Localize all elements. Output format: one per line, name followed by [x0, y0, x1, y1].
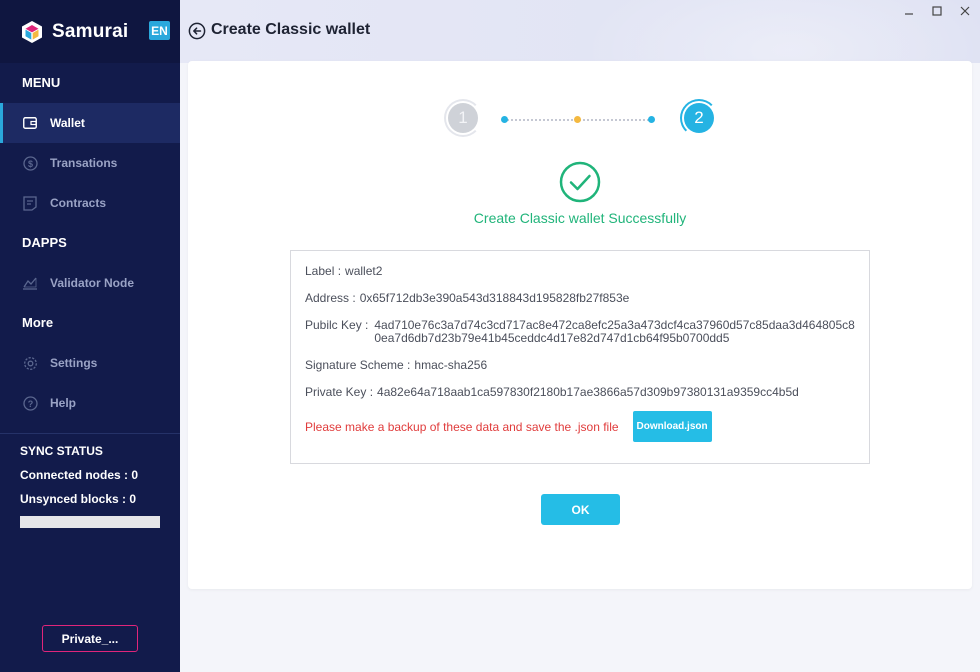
connector-dot-middle	[574, 116, 581, 123]
signature-row: Signature Scheme : hmac-sha256	[305, 359, 855, 372]
public-key-key: Pubilc Key :	[305, 318, 369, 332]
connector-dot-start	[501, 116, 508, 123]
sidebar-item-contracts[interactable]: Contracts	[0, 183, 180, 223]
backup-warning: Please make a backup of these data and s…	[305, 419, 619, 434]
samurai-logo-icon	[22, 20, 42, 43]
sidebar-item-label: Settings	[50, 356, 98, 370]
sync-status-title: SYNC STATUS	[20, 444, 103, 458]
back-arrow-icon[interactable]	[188, 22, 206, 40]
sidebar-item-label: Wallet	[50, 116, 85, 130]
brand-name: Samurai	[52, 20, 129, 42]
minimize-icon[interactable]	[902, 4, 916, 18]
brand-bar: Samurai EN	[0, 0, 180, 63]
gear-icon	[22, 355, 38, 371]
menu-section-title: MENU	[22, 75, 61, 90]
private-key-value: 4a82e64a718aab1ca597830f2180b17ae3866a57…	[377, 385, 799, 399]
header: Create Classic wallet	[180, 0, 980, 63]
download-json-button[interactable]: Download.json	[632, 411, 712, 442]
ok-button[interactable]: OK	[541, 494, 620, 525]
help-icon: ?	[22, 395, 38, 411]
public-key-row: Pubilc Key : 4ad710e76c3a7d74c3cd717ac8e…	[305, 319, 855, 345]
wallet-info-box: Label : wallet2 Address : 0x65f712db3e39…	[290, 250, 870, 464]
sync-status-panel: SYNC STATUS Connected nodes : 0 Unsynced…	[0, 434, 180, 538]
success-message: Create Classic wallet Successfully	[473, 210, 687, 226]
sidebar: Samurai EN MENU Wallet $ Transations Con…	[0, 0, 180, 672]
public-key-value: 4ad710e76c3a7d74c3cd717ac8e472ca8efc25a3…	[374, 318, 855, 345]
private-key-row: Private Key : 4a82e64a718aab1ca597830f21…	[305, 386, 855, 399]
sidebar-item-help[interactable]: ? Help	[0, 383, 180, 423]
window-controls	[902, 4, 972, 18]
maximize-icon[interactable]	[930, 4, 944, 18]
svg-text:?: ?	[27, 399, 33, 409]
more-section-title: More	[22, 315, 54, 330]
address-value: 0x65f712db3e390a543d318843d195828fb27f85…	[359, 291, 630, 305]
success-check-icon	[559, 161, 601, 203]
close-icon[interactable]	[958, 4, 972, 18]
sidebar-item-validator-node[interactable]: Validator Node	[0, 263, 180, 303]
step-2: 2	[684, 103, 714, 133]
dapps-section-title: DAPPS	[22, 235, 67, 250]
label-value: wallet2	[345, 264, 383, 278]
dollar-circle-icon: $	[22, 155, 38, 171]
signature-value: hmac-sha256	[414, 358, 488, 372]
svg-text:$: $	[27, 159, 32, 169]
language-selector[interactable]: EN	[149, 21, 170, 40]
validator-icon	[22, 275, 38, 291]
sync-progress-bar	[20, 516, 160, 528]
address-key: Address :	[305, 291, 356, 305]
step-1: 1	[448, 103, 478, 133]
label-row: Label : wallet2	[305, 265, 855, 278]
backup-warning-row: Please make a backup of these data and s…	[305, 411, 855, 442]
sidebar-item-transations[interactable]: $ Transations	[0, 143, 180, 183]
private-key-key: Private Key :	[305, 385, 374, 399]
unsynced-blocks: Unsynced blocks : 0	[20, 492, 137, 506]
step-indicator: 1 2	[444, 99, 718, 139]
label-key: Label :	[305, 264, 342, 278]
sidebar-item-label: Contracts	[50, 196, 107, 210]
address-row: Address : 0x65f712db3e390a543d318843d195…	[305, 292, 855, 305]
main-card: 1 2 Create Classic wallet Successfully L…	[188, 61, 972, 589]
signature-key: Signature Scheme :	[305, 358, 411, 372]
document-icon	[22, 195, 38, 211]
connector-dot-end	[648, 116, 655, 123]
wallet-icon	[22, 115, 38, 131]
sidebar-item-wallet[interactable]: Wallet	[0, 103, 180, 143]
sidebar-item-settings[interactable]: Settings	[0, 343, 180, 383]
sidebar-item-label: Validator Node	[50, 276, 135, 290]
sidebar-item-label: Help	[50, 396, 77, 410]
private-network-button[interactable]: Private_...	[42, 625, 138, 652]
connected-nodes: Connected nodes : 0	[20, 468, 139, 482]
sidebar-item-label: Transations	[50, 156, 118, 170]
page-title: Create Classic wallet	[211, 21, 371, 38]
